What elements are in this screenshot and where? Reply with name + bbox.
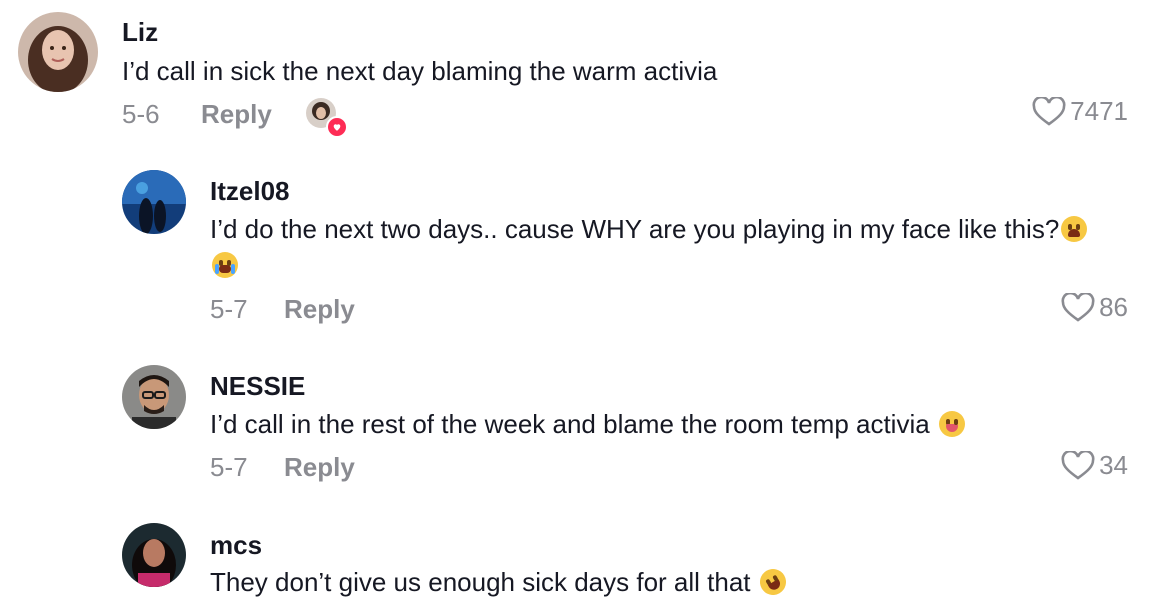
avatar[interactable] [18, 12, 98, 92]
avatar[interactable] [122, 365, 186, 429]
like-button[interactable]: 7471 [1032, 96, 1128, 127]
like-button[interactable]: 86 [1061, 292, 1128, 323]
heart-badge-icon [326, 116, 348, 138]
reply-button[interactable]: Reply [284, 452, 355, 483]
username[interactable]: mcs [210, 530, 262, 561]
heart-outline-icon [1061, 450, 1095, 480]
weary-face-emoji [1061, 216, 1088, 242]
heart-outline-icon [1061, 292, 1095, 322]
comment-date: 5-7 [210, 294, 248, 324]
heart-outline-icon [1032, 96, 1066, 126]
comment-text: I’d call in the rest of the week and bla… [210, 406, 965, 442]
creator-liked-indicator [306, 98, 348, 138]
reply-button[interactable]: Reply [284, 294, 355, 325]
username[interactable]: Itzel08 [210, 176, 290, 207]
username[interactable]: NESSIE [210, 371, 305, 402]
like-button[interactable]: 34 [1061, 450, 1128, 481]
comment-text: I’d call in sick the next day blaming th… [122, 56, 718, 86]
squinting-face-with-tongue-emoji [938, 411, 965, 437]
like-count: 86 [1099, 292, 1128, 322]
avatar[interactable] [122, 523, 186, 587]
reply-button[interactable]: Reply [201, 99, 272, 130]
comment-text: They don’t give us enough sick days for … [210, 564, 791, 600]
like-count: 34 [1099, 450, 1128, 480]
rolling-on-the-floor-laughing-emoji [755, 564, 791, 600]
avatar[interactable] [122, 170, 186, 234]
comment-date: 5-6 [122, 99, 160, 129]
username[interactable]: Liz [122, 17, 158, 48]
comment-text: I’d do the next two days.. cause WHY are… [210, 211, 1110, 283]
loudly-crying-face-emoji [212, 252, 238, 278]
comment-date: 5-7 [210, 452, 248, 482]
like-count: 7471 [1070, 96, 1128, 126]
